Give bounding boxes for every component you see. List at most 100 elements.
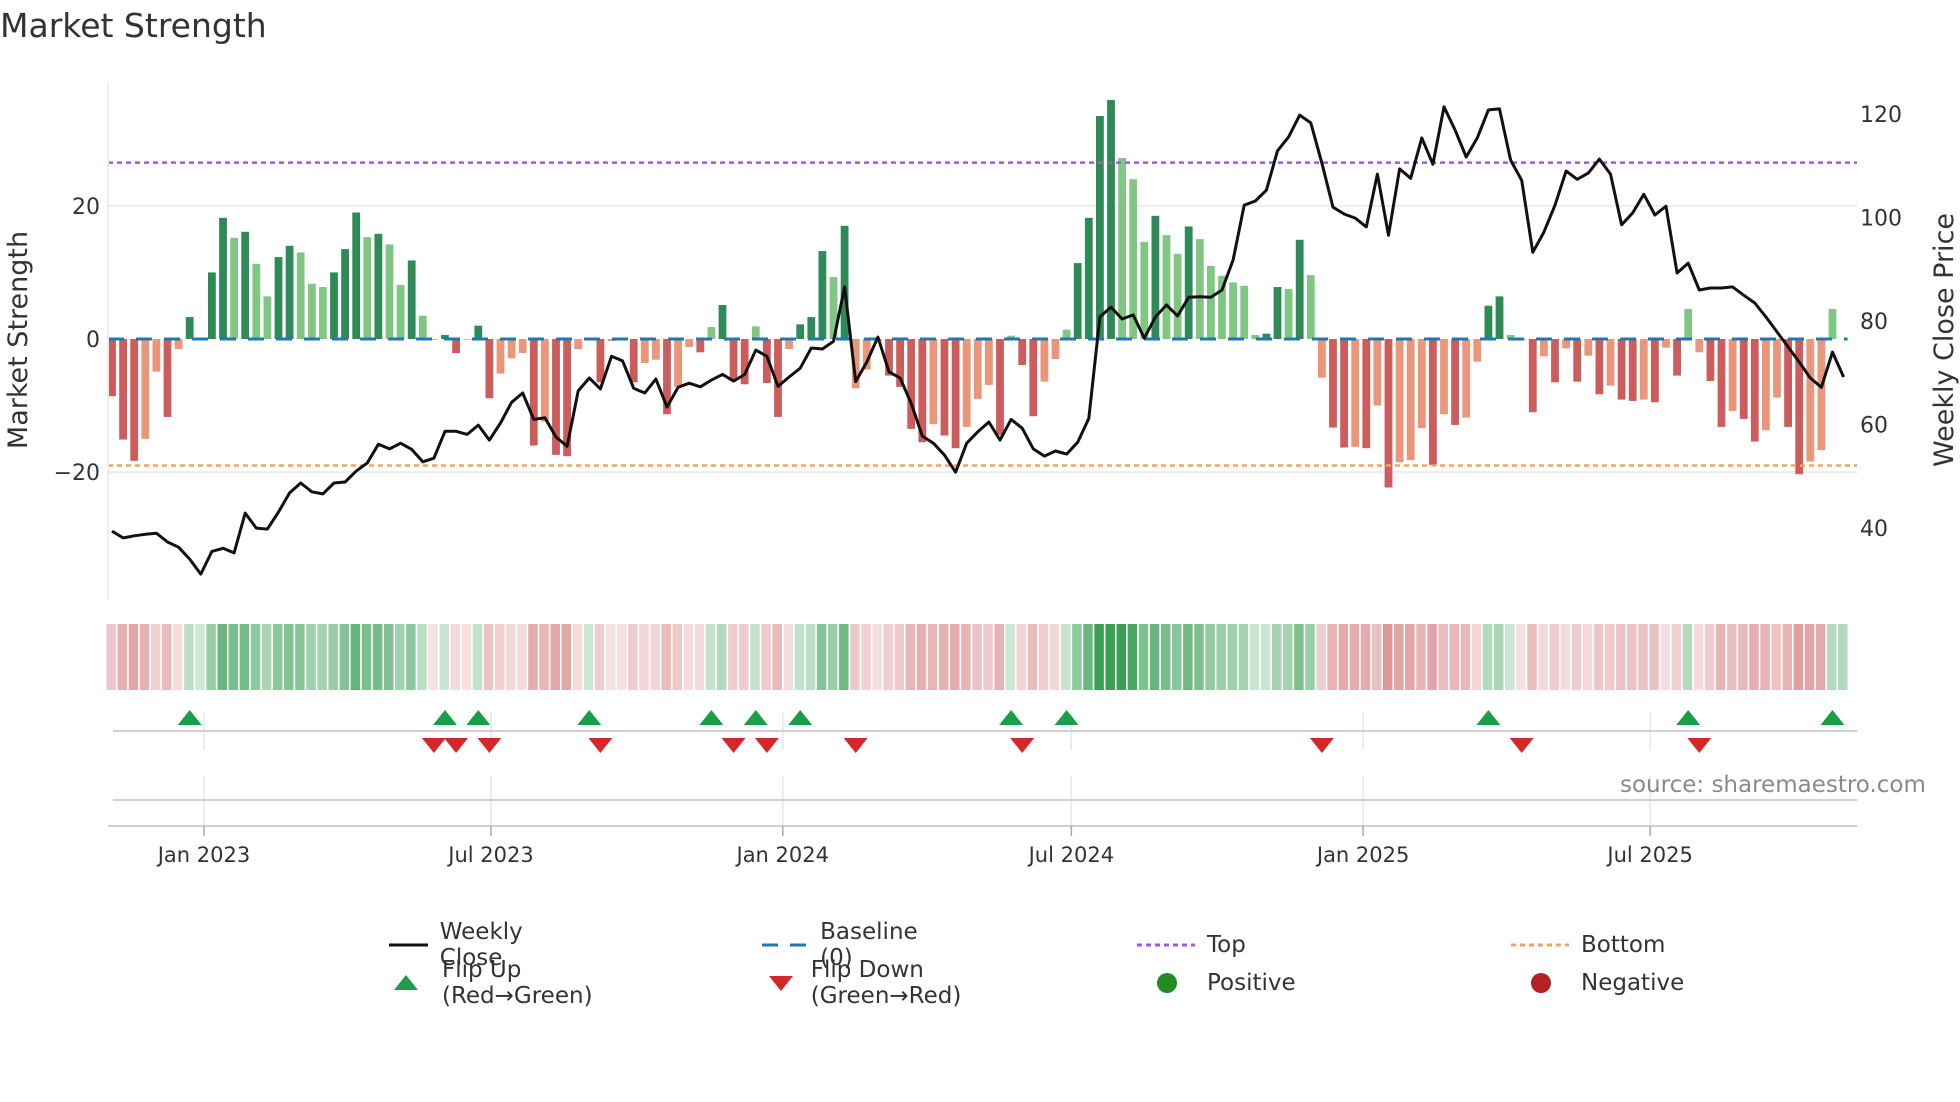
strip-cell xyxy=(1249,624,1260,690)
bar-negative xyxy=(541,339,549,422)
bar-positive xyxy=(230,237,238,340)
bar-positive xyxy=(285,245,294,340)
bar-negative xyxy=(1340,339,1348,448)
bar-positive xyxy=(1084,217,1093,340)
bar-positive xyxy=(1284,289,1293,340)
x-tick-label: Jan 2023 xyxy=(156,843,251,867)
legend-flip-up[interactable]: Flip Up (Red→Green) xyxy=(389,957,610,1009)
legend-weekly-close[interactable]: Weekly Close xyxy=(389,919,542,971)
bar-positive xyxy=(707,327,716,340)
legend-label: Bottom xyxy=(1581,932,1666,958)
bar-negative xyxy=(119,339,127,440)
strip-cell xyxy=(1427,624,1437,690)
strip-cell xyxy=(827,624,838,690)
legend-negative[interactable]: Negative xyxy=(1511,968,1684,998)
flip-up-marker xyxy=(433,710,457,725)
bar-positive xyxy=(751,326,760,340)
strip-cell xyxy=(916,624,927,690)
bar-positive xyxy=(396,285,405,340)
bar-negative xyxy=(1595,339,1604,395)
circle-green-icon xyxy=(1157,973,1177,993)
strip-cell xyxy=(1238,624,1249,690)
legend-positive[interactable]: Positive xyxy=(1137,968,1296,998)
strip-cell xyxy=(128,624,139,690)
bar-negative xyxy=(1540,339,1548,357)
strip-cell xyxy=(261,624,272,690)
bar-positive xyxy=(1295,239,1304,340)
strip-cell xyxy=(927,624,938,690)
strip-cell xyxy=(1649,624,1659,690)
flip-down-marker xyxy=(843,738,868,753)
strip-cell xyxy=(1371,624,1382,690)
strip-cell xyxy=(1516,624,1526,690)
bar-positive xyxy=(1184,226,1193,340)
strip-cell xyxy=(1194,624,1204,690)
bar-positive xyxy=(1240,285,1249,340)
bar-positive xyxy=(1828,309,1837,340)
flip-up-marker xyxy=(577,710,602,725)
strip-cell xyxy=(550,624,560,690)
strip-cell xyxy=(1216,624,1226,690)
bar-negative xyxy=(1584,339,1593,356)
strip-cell xyxy=(1005,624,1016,690)
strip-cell xyxy=(239,624,250,690)
strip-cell xyxy=(539,624,549,690)
strip-cell xyxy=(350,624,361,690)
legend-bottom[interactable]: Bottom xyxy=(1511,930,1665,960)
bar-negative xyxy=(1018,339,1027,365)
bar-positive xyxy=(1229,282,1237,340)
strip-cell xyxy=(106,624,116,690)
bar-negative xyxy=(1773,339,1781,398)
strip-cell xyxy=(506,624,516,690)
bar-negative xyxy=(1573,339,1582,382)
strip-cell xyxy=(1138,624,1149,690)
strip-cell xyxy=(272,624,283,690)
strip-cell xyxy=(1260,624,1271,690)
bar-positive xyxy=(1073,263,1082,340)
strip-cell xyxy=(1838,624,1848,690)
bar-negative xyxy=(729,339,738,380)
strip-cell xyxy=(1160,624,1171,690)
legend-flip-down[interactable]: Flip Down (Green→Red) xyxy=(762,957,983,1009)
strip-cell xyxy=(1538,624,1548,690)
strip-cell xyxy=(317,624,327,690)
bar-negative xyxy=(1673,339,1681,376)
strip-cell xyxy=(1271,624,1282,690)
strength-heat-strip xyxy=(106,624,1848,690)
y-tick-label: 20 xyxy=(72,195,100,220)
circle-red-icon xyxy=(1531,973,1551,993)
bar-positive xyxy=(341,249,349,340)
right-axis-label: Weekly Close Price xyxy=(1929,213,1960,467)
legend-baseline[interactable]: Baseline (0) xyxy=(762,919,930,971)
bar-negative xyxy=(1429,339,1437,465)
bar-positive xyxy=(1107,99,1115,340)
strip-cell xyxy=(383,624,394,690)
strip-cell xyxy=(705,624,716,690)
strip-cell xyxy=(1749,624,1759,690)
strip-cell xyxy=(328,624,338,690)
strip-cell xyxy=(372,624,383,690)
bar-negative xyxy=(141,339,150,439)
bar-negative xyxy=(1728,339,1737,411)
strip-cell xyxy=(1172,624,1182,690)
flip-down-marker xyxy=(1509,738,1534,753)
bar-positive xyxy=(1195,239,1204,340)
legend-top[interactable]: Top xyxy=(1137,930,1246,960)
strip-cell xyxy=(206,624,216,690)
x-tick-label: Jul 2025 xyxy=(1605,843,1692,867)
bar-positive xyxy=(263,296,272,340)
x-tick-label: Jul 2023 xyxy=(446,843,533,867)
bar-positive xyxy=(208,272,216,340)
strip-cell xyxy=(1438,624,1448,690)
strip-cell xyxy=(750,624,760,690)
bar-positive xyxy=(1096,115,1104,340)
bar-positive xyxy=(718,305,727,340)
strip-cell xyxy=(1394,624,1404,690)
strip-cell xyxy=(1616,624,1626,690)
x-tick-label: Jan 2024 xyxy=(735,843,830,867)
x-tick-label: Jul 2024 xyxy=(1027,843,1114,867)
strip-cell xyxy=(661,624,671,690)
bar-negative xyxy=(1029,339,1038,417)
strip-cell xyxy=(650,624,660,690)
strip-cell xyxy=(428,624,438,690)
